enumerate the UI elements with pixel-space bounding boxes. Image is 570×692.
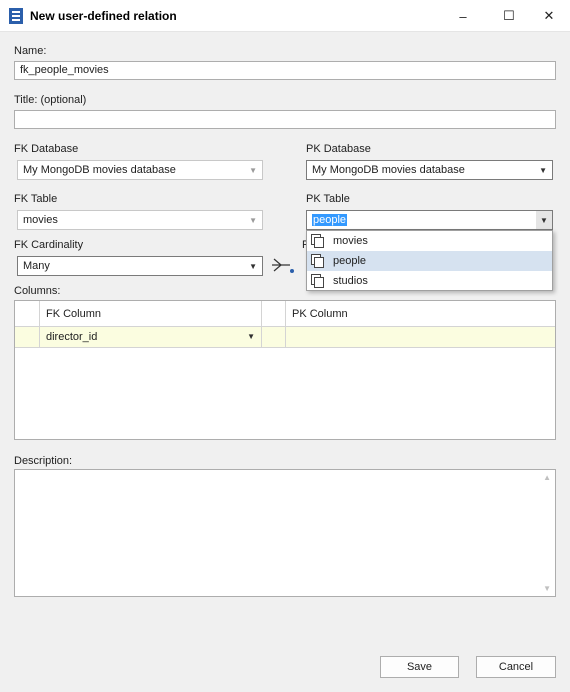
fk-database-value: My MongoDB movies database [23, 164, 176, 176]
dropdown-arrow-icon: ▼ [539, 166, 547, 175]
dropdown-arrow-icon[interactable]: ▼ [536, 211, 552, 229]
dropdown-arrow-icon: ▼ [249, 166, 257, 175]
title-input[interactable] [14, 110, 556, 129]
pk-database-label: PK Database [306, 143, 371, 155]
row-indicator [15, 327, 40, 347]
pk-table-dropdown-list[interactable]: movies people studios [306, 230, 553, 291]
pk-table-select[interactable]: people ▼ [306, 210, 553, 230]
pk-database-value: My MongoDB movies database [312, 164, 465, 176]
connector-column-header [262, 301, 286, 327]
fk-column-value: director_id [46, 331, 98, 343]
list-item-label: studios [333, 275, 368, 287]
save-button[interactable]: Save [380, 656, 459, 678]
title-label: Title: (optional) [14, 94, 87, 106]
fk-column-cell[interactable]: director_id ▼ [40, 327, 262, 347]
name-label: Name: [14, 45, 47, 57]
title-bar: New user-defined relation – ☐ ✕ [0, 0, 570, 32]
list-item[interactable]: movies [307, 231, 552, 251]
fk-table-value: movies [23, 214, 58, 226]
close-button[interactable]: ✕ [526, 0, 570, 32]
list-item-label: people [333, 255, 367, 267]
table-icon [311, 234, 325, 248]
table-icon [311, 274, 325, 288]
columns-grid[interactable]: FK Column PK Column director_id ▼ [14, 300, 556, 440]
fk-column-header[interactable]: FK Column [40, 301, 262, 327]
dropdown-arrow-icon: ▼ [249, 262, 257, 271]
scroll-down-icon[interactable]: ▼ [543, 584, 551, 593]
list-item-label: movies [333, 235, 368, 247]
pk-table-label: PK Table [306, 193, 350, 205]
pk-database-select[interactable]: My MongoDB movies database ▼ [306, 160, 553, 180]
minimize-button[interactable]: – [440, 0, 486, 32]
table-icon [311, 254, 325, 268]
scroll-up-icon[interactable]: ▲ [543, 473, 551, 482]
columns-label: Columns: [14, 285, 61, 297]
description-label: Description: [14, 455, 73, 467]
table-row[interactable]: director_id ▼ [15, 327, 555, 348]
fk-cardinality-label: FK Cardinality [14, 239, 84, 251]
connector-cell [262, 327, 286, 347]
fk-cardinality-select[interactable]: Many ▼ [17, 256, 263, 276]
dropdown-arrow-icon: ▼ [249, 216, 257, 225]
window-title: New user-defined relation [30, 9, 177, 23]
list-item[interactable]: studios [307, 271, 552, 291]
fk-database-label: FK Database [14, 143, 79, 155]
dropdown-arrow-icon[interactable]: ▼ [247, 332, 255, 341]
grid-header: FK Column PK Column [15, 301, 555, 327]
name-input[interactable]: fk_people_movies [14, 61, 556, 80]
pk-column-header[interactable]: PK Column [286, 301, 555, 327]
row-indicator-header [15, 301, 40, 327]
app-icon [9, 8, 23, 24]
relation-connector-icon [272, 258, 294, 273]
fk-table-label: FK Table [14, 193, 58, 205]
fk-cardinality-value: Many [23, 260, 50, 272]
fk-table-select: movies ▼ [17, 210, 263, 230]
pk-table-value[interactable]: people [312, 214, 348, 226]
fk-database-select: My MongoDB movies database ▼ [17, 160, 263, 180]
description-textarea[interactable]: ▲ ▼ [14, 469, 556, 597]
list-item[interactable]: people [307, 251, 552, 271]
cancel-button[interactable]: Cancel [476, 656, 556, 678]
pk-column-cell[interactable] [286, 327, 555, 347]
